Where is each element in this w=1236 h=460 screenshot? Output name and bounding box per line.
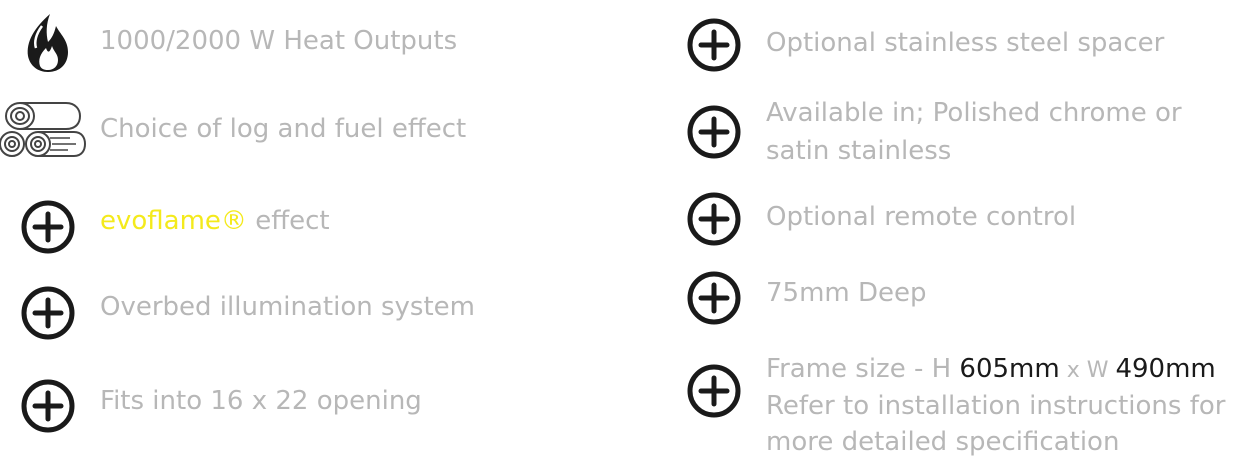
feature-label-line1: Available in; Polished chrome or (766, 98, 1182, 128)
plus-circle-icon (686, 363, 742, 419)
feature-label: 75mm Deep (766, 278, 927, 308)
feature-label: Overbed illumination system (100, 292, 475, 322)
feature-label: Fits into 16 x 22 opening (100, 386, 422, 416)
plus-circle-icon (686, 104, 742, 160)
feature-label: Optional stainless steel spacer (766, 28, 1165, 58)
frame-width-value: 490mm (1115, 354, 1216, 384)
feature-label-line2: satin stainless (766, 136, 952, 166)
plus-circle-icon (686, 17, 742, 73)
feature-label: Optional remote control (766, 202, 1077, 232)
brand-name: evoflame® (100, 206, 247, 236)
feature-label: evoflame® effect (100, 204, 330, 238)
plus-circle-icon (686, 270, 742, 326)
feature-label: 1000/2000 W Heat Outputs (100, 26, 458, 56)
logs-icon (0, 98, 86, 166)
frame-height-value: 605mm (959, 354, 1060, 384)
feature-label-suffix: effect (246, 206, 330, 236)
plus-circle-icon (20, 199, 76, 255)
feature-label: Choice of log and fuel effect (100, 114, 467, 144)
feature-label-line3: more detailed specification (766, 427, 1120, 457)
plus-circle-icon (20, 378, 76, 434)
feature-label-line1: Frame size - H 605mm x W 490mm (766, 352, 1216, 388)
feature-label-line2: Refer to installation instructions for (766, 391, 1226, 421)
frame-size-prefix: Frame size - H (766, 354, 960, 384)
flame-icon (16, 12, 76, 74)
plus-circle-icon (20, 285, 76, 341)
plus-circle-icon (686, 191, 742, 247)
frame-size-separator: x W (1059, 358, 1116, 383)
